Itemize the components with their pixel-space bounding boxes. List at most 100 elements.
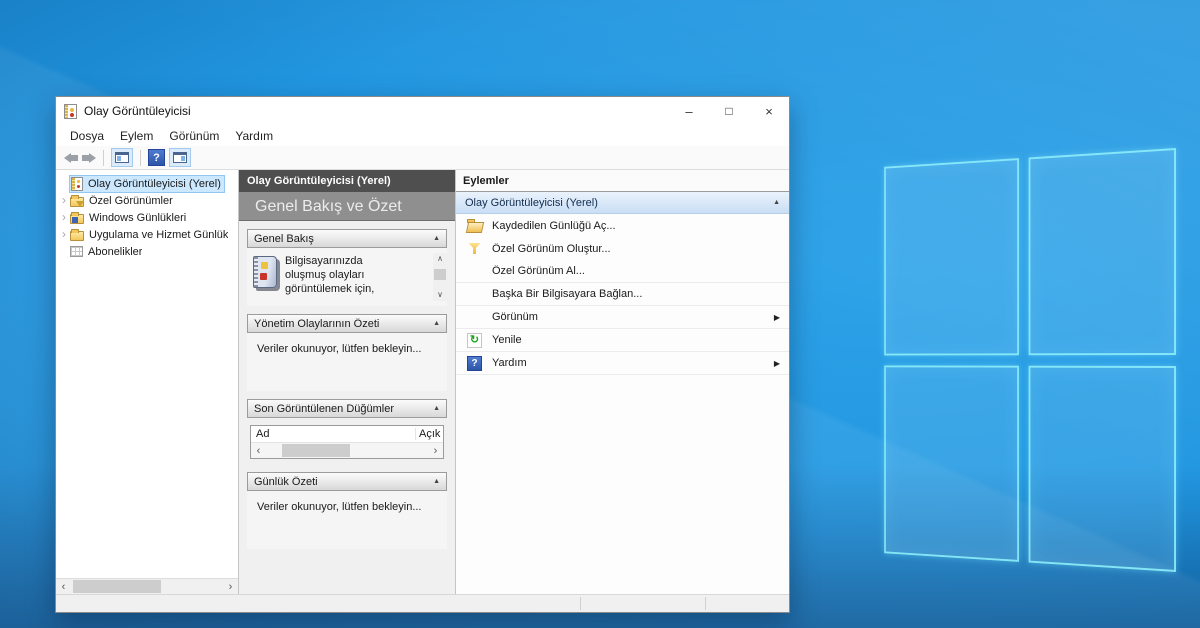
action-label: Kaydedilen Günlüğü Aç... xyxy=(492,220,780,232)
overview-panel-title: Olay Görüntüleyicisi (Yerel) xyxy=(239,170,455,192)
section-yonetim-olaylari: Yönetim Olaylarının Özeti ▲ Veriler okun… xyxy=(247,314,447,391)
window-title: Olay Görüntüleyicisi xyxy=(84,104,191,118)
section-title: Genel Bakış xyxy=(254,233,433,245)
overview-line: oluşmuş olayları xyxy=(285,268,431,282)
section-header-genel-bakis[interactable]: Genel Bakış ▲ xyxy=(247,229,447,248)
tree-item-app-service-logs[interactable]: › Uygulama ve Hizmet Günlük xyxy=(56,226,238,243)
actions-group-title: Olay Görüntüleyicisi (Yerel) xyxy=(465,197,773,209)
open-folder-glyph xyxy=(467,222,482,232)
column-header-ad[interactable]: Ad xyxy=(251,428,415,440)
action-label: Yardım xyxy=(492,357,774,369)
menu-yardim[interactable]: Yardım xyxy=(227,129,281,143)
menu-gorunum[interactable]: Görünüm xyxy=(161,129,227,143)
toolbar: ? xyxy=(56,146,789,170)
forward-icon[interactable] xyxy=(82,153,96,163)
tree-item-windows-logs[interactable]: › Windows Günlükleri xyxy=(56,209,238,226)
tree-item-subscriptions[interactable]: Abonelikler xyxy=(56,243,238,260)
action-label: Özel Görünüm Al... xyxy=(492,265,780,277)
action-refresh[interactable]: ↻ Yenile xyxy=(456,329,789,352)
forward-arrow-tail xyxy=(82,155,89,161)
section-gunluk-ozeti: Günlük Özeti ▲ Veriler okunuyor, lütfen … xyxy=(247,472,447,549)
scroll-left-icon[interactable]: ‹ xyxy=(56,581,71,593)
menu-dosya[interactable]: Dosya xyxy=(62,129,112,143)
scrollbar-thumb[interactable] xyxy=(434,269,446,280)
event-viewer-window: Olay Görüntüleyicisi – □ × Dosya Eylem G… xyxy=(55,96,790,613)
title-bar[interactable]: Olay Görüntüleyicisi – □ × xyxy=(56,97,789,125)
tree-horizontal-scrollbar[interactable]: ‹ › xyxy=(56,578,238,594)
recent-nodes-horizontal-scrollbar[interactable]: ‹ › xyxy=(251,443,443,458)
help-glyph-box: ? xyxy=(467,356,482,371)
action-pane-glyph xyxy=(173,152,187,163)
app-service-logs-folder-icon xyxy=(70,231,84,241)
expand-chevron-icon[interactable]: › xyxy=(58,226,70,243)
back-icon[interactable] xyxy=(64,153,78,163)
action-connect-to-another-computer[interactable]: Başka Bir Bilgisayara Bağlan... xyxy=(456,283,789,306)
windows-logo-pane-bottom-right xyxy=(1028,365,1176,572)
collapse-icon[interactable]: ▲ xyxy=(433,405,440,412)
tree-item-root[interactable]: Olay Görüntüleyicisi (Yerel) xyxy=(56,175,238,192)
windows-logo-pane-bottom-left xyxy=(884,365,1018,562)
genel-bakis-content: Bilgisayarınızda oluşmuş olayları görünt… xyxy=(247,248,447,306)
recent-nodes-table: Ad Açık ‹ › xyxy=(250,425,444,459)
overview-line: Bilgisayarınızda xyxy=(285,254,431,268)
filter-icon xyxy=(466,243,483,254)
section-genel-bakis: Genel Bakış ▲ Bilgisayarınızda oluşmuş o… xyxy=(247,229,447,306)
minimize-button[interactable]: – xyxy=(669,97,709,125)
action-pane-toggle-icon[interactable] xyxy=(169,148,191,167)
action-help[interactable]: ? Yardım ▶ xyxy=(456,352,789,375)
scrollbar-track[interactable] xyxy=(433,265,447,289)
custom-views-folder-icon xyxy=(70,197,84,207)
maximize-button[interactable]: □ xyxy=(709,97,749,125)
close-button[interactable]: × xyxy=(749,97,789,125)
windows-logo-pane-top-left xyxy=(884,158,1018,355)
refresh-glyph: ↻ xyxy=(470,335,479,346)
column-header-acik[interactable]: Açık xyxy=(415,428,443,440)
status-bar-separator xyxy=(580,597,581,610)
scrollbar-thumb[interactable] xyxy=(282,444,350,457)
section-header-son-dugumler[interactable]: Son Görüntülenen Düğümler ▲ xyxy=(247,399,447,418)
overview-vertical-scrollbar[interactable]: ∧ ∨ xyxy=(433,253,447,301)
windows-logs-folder-icon xyxy=(70,214,84,224)
expand-chevron-icon[interactable]: › xyxy=(58,192,70,209)
tree-item-label: Windows Günlükleri xyxy=(89,212,186,224)
scroll-right-icon[interactable]: › xyxy=(428,445,443,457)
scrollbar-thumb[interactable] xyxy=(73,580,161,593)
collapse-icon[interactable]: ▲ xyxy=(433,235,440,242)
tree-item-custom-views[interactable]: › Özel Görünümler xyxy=(56,192,238,209)
action-import-custom-view[interactable]: Özel Görünüm Al... xyxy=(456,260,789,283)
section-title: Günlük Özeti xyxy=(254,476,433,488)
console-tree-glyph xyxy=(115,152,129,163)
overview-panel: Olay Görüntüleyicisi (Yerel) Genel Bakış… xyxy=(239,170,456,594)
scroll-up-icon[interactable]: ∧ xyxy=(437,253,443,265)
actions-panel-title: Eylemler xyxy=(456,170,789,192)
console-tree-toggle-icon[interactable] xyxy=(111,148,133,167)
action-label: Görünüm xyxy=(492,311,774,323)
back-arrow-head xyxy=(64,153,71,163)
desktop: Olay Görüntüleyicisi – □ × Dosya Eylem G… xyxy=(0,0,1200,628)
refresh-icon: ↻ xyxy=(466,333,483,348)
status-bar-separator xyxy=(705,597,706,610)
section-header-yonetim-olaylari[interactable]: Yönetim Olaylarının Özeti ▲ xyxy=(247,314,447,333)
scroll-left-icon[interactable]: ‹ xyxy=(251,445,266,457)
collapse-icon[interactable]: ▲ xyxy=(433,478,440,485)
action-create-custom-view[interactable]: Özel Görünüm Oluştur... xyxy=(456,237,789,260)
scroll-down-icon[interactable]: ∨ xyxy=(437,289,443,301)
scroll-right-icon[interactable]: › xyxy=(223,581,238,593)
action-open-saved-log[interactable]: Kaydedilen Günlüğü Aç... xyxy=(456,214,789,237)
expand-chevron-icon[interactable]: › xyxy=(58,209,70,226)
collapse-icon[interactable]: ▲ xyxy=(773,199,780,206)
help-icon[interactable]: ? xyxy=(148,149,165,166)
scrollbar-track[interactable] xyxy=(71,579,223,594)
windows-logo xyxy=(884,148,1176,572)
actions-group-header[interactable]: Olay Görüntüleyicisi (Yerel) ▲ xyxy=(456,192,789,214)
action-view[interactable]: Görünüm ▶ xyxy=(456,306,789,329)
collapse-icon[interactable]: ▲ xyxy=(433,320,440,327)
event-log-book-icon xyxy=(253,256,277,288)
scrollbar-track[interactable] xyxy=(266,443,428,458)
section-header-gunluk-ozeti[interactable]: Günlük Özeti ▲ xyxy=(247,472,447,491)
menu-eylem[interactable]: Eylem xyxy=(112,129,161,143)
toolbar-separator xyxy=(103,150,104,166)
open-folder-icon xyxy=(466,220,483,232)
actions-panel: Eylemler Olay Görüntüleyicisi (Yerel) ▲ … xyxy=(456,170,789,594)
action-label: Başka Bir Bilgisayara Bağlan... xyxy=(492,288,780,300)
